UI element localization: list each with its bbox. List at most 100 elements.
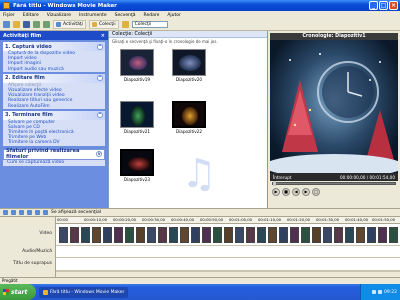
menu-edit[interactable]: Editare (23, 13, 39, 18)
close-button[interactable]: × (389, 1, 398, 10)
ruler-tick: 00:01:00,00 (229, 217, 253, 222)
close-pane-icon[interactable]: × (101, 33, 105, 39)
collection-pane: Colecţie: Colecţii Glisaţi o secvenţă şi… (108, 31, 268, 208)
collections-toggle-button[interactable]: Colecţii (88, 20, 119, 29)
seek-bar[interactable] (272, 181, 396, 186)
collection-select[interactable]: Colecţii (131, 21, 168, 28)
timeline-clip[interactable] (114, 227, 123, 243)
section-title: 1. Captură video (5, 43, 52, 50)
title-overlay-track[interactable] (56, 258, 400, 271)
narrate-icon[interactable] (35, 210, 40, 215)
timeline-clip[interactable] (279, 227, 288, 243)
tips-link[interactable]: Cum se capturează video (3, 159, 105, 166)
menu-view[interactable]: Vizualizare (47, 13, 71, 18)
timeline-clip[interactable] (323, 227, 332, 243)
clip-thumbnail[interactable]: Diapozitiv21 (119, 101, 155, 134)
play-icon[interactable]: ▶ (272, 188, 280, 196)
timeline-clip[interactable] (224, 227, 233, 243)
minimize-button[interactable]: _ (369, 1, 378, 10)
next-frame-icon[interactable]: ▶ (302, 188, 310, 196)
timeline-clip[interactable] (92, 227, 101, 243)
zoom-in-icon[interactable] (3, 210, 8, 215)
play-timeline-icon[interactable] (27, 210, 32, 215)
tips-header[interactable]: Sfaturi privind realizarea filmelor v (3, 148, 105, 160)
audio-track[interactable] (56, 246, 400, 258)
seek-knob[interactable] (273, 181, 276, 186)
up-folder-icon[interactable] (121, 21, 129, 28)
collapse-icon[interactable]: ^ (97, 43, 103, 50)
timeline-clip[interactable] (246, 227, 255, 243)
fullscreen-icon[interactable]: □ (312, 188, 320, 196)
timeline-clip[interactable] (356, 227, 365, 243)
task-link[interactable]: Trimitere la camera DV (3, 140, 105, 145)
tray-icon[interactable] (372, 290, 377, 294)
timeline-clip[interactable] (103, 227, 112, 243)
timeline-clip[interactable] (213, 227, 222, 243)
undo-icon[interactable] (33, 21, 40, 28)
timeline-clip[interactable] (202, 227, 211, 243)
task-link[interactable]: Realizare AutoFilm (3, 104, 105, 109)
preview-status-bar: Întrerupt 00:00:00,00 / 00:01:54,00 (270, 173, 398, 181)
open-project-icon[interactable] (13, 21, 20, 28)
timeline-clip[interactable] (59, 227, 68, 243)
task-link[interactable]: Import audio sau muzică (3, 67, 105, 72)
taskbar-window-button[interactable]: Fără titlu - Windows Movie Maker (39, 286, 129, 298)
menu-help[interactable]: Ajutor (167, 13, 181, 18)
save-project-icon[interactable] (23, 21, 30, 28)
timeline-clip[interactable] (389, 227, 398, 243)
clock: 09:22 (384, 289, 397, 295)
zoom-out-icon[interactable] (11, 210, 16, 215)
timeline-clip[interactable] (301, 227, 310, 243)
collapse-icon[interactable]: ^ (97, 75, 103, 82)
timeline-clip[interactable] (235, 227, 244, 243)
timeline-clip[interactable] (312, 227, 321, 243)
clip-thumbnail[interactable]: Diapozitiv20 (171, 49, 207, 82)
menu-clip[interactable]: Secvenţă (115, 13, 136, 18)
audio-levels-icon[interactable] (43, 210, 48, 215)
timeline-clip[interactable] (70, 227, 79, 243)
section-header[interactable]: 1. Captură video ^ (3, 42, 105, 51)
section-header[interactable]: 2. Editare film ^ (3, 73, 105, 83)
section-header[interactable]: 3. Terminare film ^ (3, 110, 105, 120)
ruler-tick: 00:01:30,00 (316, 217, 340, 222)
timeline-clip[interactable] (136, 227, 145, 243)
clip-thumbnail[interactable]: Diapozitiv19 (119, 49, 155, 82)
previous-frame-icon[interactable]: ◀ (292, 188, 300, 196)
maximize-button[interactable]: □ (379, 1, 388, 10)
new-project-icon[interactable] (3, 21, 10, 28)
video-track[interactable] (56, 224, 400, 246)
timeline-ruler[interactable]: 00:00 00:00:10,00 00:00:20,00 00:00:30,0… (56, 217, 400, 224)
timeline-clip[interactable] (334, 227, 343, 243)
timeline-clip[interactable] (257, 227, 266, 243)
tray-icon[interactable] (378, 290, 383, 294)
start-button[interactable]: start (0, 284, 36, 300)
timeline-clip[interactable] (147, 227, 156, 243)
timeline-clip[interactable] (169, 227, 178, 243)
clip-thumbnail[interactable]: Diapozitiv23 (119, 149, 155, 182)
menu-play[interactable]: Redare (144, 13, 160, 18)
timeline-clip[interactable] (191, 227, 200, 243)
timeline-clip[interactable] (125, 227, 134, 243)
ruler-tick: 00:00:50,00 (200, 217, 224, 222)
timeline-clip[interactable] (81, 227, 90, 243)
tasks-toggle-label: Activităţi (63, 22, 83, 27)
timeline-clip[interactable] (290, 227, 299, 243)
redo-icon[interactable] (43, 21, 50, 28)
timeline-clip[interactable] (268, 227, 277, 243)
menu-file[interactable]: Fişier (3, 13, 15, 18)
expand-icon[interactable]: v (96, 151, 102, 158)
menu-tools[interactable]: Instrumente (79, 13, 107, 18)
clip-label: Diapozitiv19 (123, 77, 151, 82)
collapse-icon[interactable]: ^ (97, 112, 103, 119)
rewind-icon[interactable] (19, 210, 24, 215)
timeline-clip[interactable] (345, 227, 354, 243)
tasks-toggle-button[interactable]: Activităţi (53, 20, 86, 29)
timeline-clip[interactable] (378, 227, 387, 243)
timeline-clip[interactable] (158, 227, 167, 243)
window-title-bar[interactable]: Fără titlu - Windows Movie Maker _ □ × (0, 0, 400, 11)
timeline-clip[interactable] (180, 227, 189, 243)
clip-thumbnail[interactable]: Diapozitiv22 (171, 101, 207, 134)
timeline-view-label[interactable]: Se afişează secvenţial (51, 210, 101, 215)
stop-icon[interactable]: ■ (282, 188, 290, 196)
timeline-clip[interactable] (367, 227, 376, 243)
